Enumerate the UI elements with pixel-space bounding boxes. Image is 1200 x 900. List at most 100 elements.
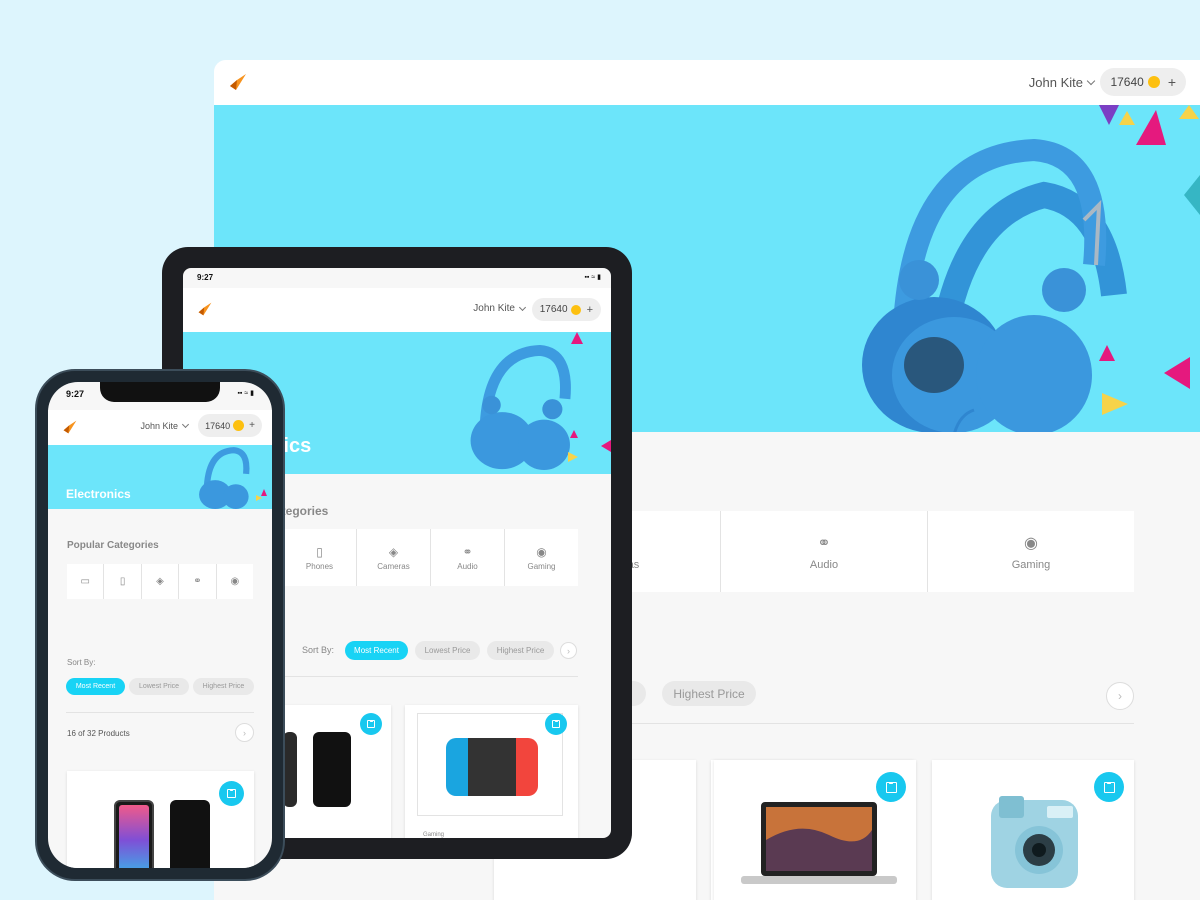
phone-icon: ▯: [119, 576, 126, 587]
brand-logo-icon[interactable]: [197, 301, 213, 317]
product-card-phone[interactable]: [283, 705, 391, 838]
coin-balance[interactable]: 17640 +: [531, 298, 601, 321]
product-card-switch[interactable]: Gaming: [405, 705, 578, 838]
divider: [66, 712, 254, 713]
sort-lowest-price-button[interactable]: Lowest Price: [129, 678, 189, 695]
brand-logo-icon[interactable]: [62, 419, 78, 435]
sort-option-label: Highest Price: [496, 646, 545, 655]
user-menu[interactable]: John Kite: [1028, 75, 1096, 90]
category-audio[interactable]: ⚭: [179, 564, 217, 599]
add-to-cart-button[interactable]: [360, 713, 382, 735]
divider: [283, 676, 578, 677]
status-time: 9:27: [197, 273, 214, 282]
next-page-button[interactable]: ›: [1106, 682, 1134, 710]
sort-option-label: Lowest Price: [424, 646, 471, 655]
user-name: John Kite: [473, 303, 515, 314]
sort-label: Sort By:: [302, 645, 335, 655]
sort-option-label: Most Recent: [354, 646, 399, 655]
brand-logo-icon[interactable]: [228, 72, 248, 92]
sort-option-label: Lowest Price: [138, 683, 180, 690]
top-bar: John Kite 17640 +: [48, 410, 272, 445]
add-coins-icon[interactable]: +: [1168, 74, 1176, 90]
user-name: John Kite: [1028, 75, 1083, 90]
product-image-frame: [417, 713, 563, 816]
headphones-icon: ⚭: [462, 544, 473, 559]
category-gaming[interactable]: ◉: [217, 564, 253, 599]
headphones-image: [470, 345, 571, 470]
chevron-down-icon: [181, 420, 190, 429]
product-card-camera[interactable]: [932, 760, 1134, 900]
products-count: 16 of 32 Products: [67, 729, 130, 738]
user-name: John Kite: [140, 421, 178, 431]
instant-camera-image: [991, 796, 1078, 888]
user-menu[interactable]: John Kite: [140, 420, 190, 431]
balance-value: 17640: [539, 304, 568, 315]
laptop-image: [741, 802, 897, 884]
category-phones[interactable]: ▯: [104, 564, 142, 599]
category-phones[interactable]: ▯ Phones: [283, 529, 357, 586]
category-label: Audio: [809, 558, 839, 571]
headphones-image: [199, 447, 250, 509]
bag-icon: [227, 789, 236, 798]
category-label: Phones: [305, 561, 334, 571]
category-cameras[interactable]: ◈: [142, 564, 180, 599]
bag-icon: [367, 720, 375, 728]
category-label: Gaming: [1011, 558, 1051, 571]
category-audio[interactable]: ⚭ Audio: [431, 529, 505, 586]
coin-icon: [1147, 76, 1160, 88]
add-to-cart-button[interactable]: [219, 781, 244, 806]
coin-icon: [233, 420, 245, 431]
add-coins-icon[interactable]: +: [249, 420, 255, 431]
product-card-phone[interactable]: [67, 771, 254, 868]
camera-icon: ◈: [156, 576, 164, 587]
add-to-cart-button[interactable]: [545, 713, 567, 735]
sort-highest-price-button[interactable]: Highest Price: [662, 681, 756, 706]
headphones-icon: ⚭: [193, 576, 202, 587]
bag-icon: [885, 781, 897, 793]
phone-notch: [100, 382, 220, 402]
gamepad-icon: ◉: [1024, 534, 1038, 552]
sort-label: Sort By:: [67, 658, 96, 667]
category-gaming[interactable]: ◉ Gaming: [505, 529, 578, 586]
chevron-down-icon: [1086, 76, 1096, 86]
product-card-laptop[interactable]: [714, 760, 916, 900]
gamepad-icon: ◉: [536, 544, 547, 559]
chevron-down-icon: [518, 303, 527, 311]
next-page-button[interactable]: ›: [235, 723, 254, 742]
category-laptops[interactable]: ▭: [67, 564, 105, 599]
phone-device: 9:27 ▪▪ ≈ ▮ John Kite 17640 + Electronic…: [35, 369, 285, 881]
product-category: Gaming: [423, 832, 445, 838]
phone-screen: 9:27 ▪▪ ≈ ▮ John Kite 17640 + Electronic…: [48, 382, 272, 868]
add-to-cart-button[interactable]: [876, 772, 906, 802]
sort-most-recent-button[interactable]: Most Recent: [345, 641, 408, 660]
sort-option-label: Highest Price: [202, 683, 245, 690]
bag-icon: [1103, 781, 1115, 793]
headphones-icon: ⚭: [817, 534, 831, 552]
coin-balance[interactable]: 17640 +: [1100, 68, 1186, 96]
category-gaming[interactable]: ◉ Gaming: [928, 511, 1134, 592]
add-coins-icon[interactable]: +: [587, 304, 593, 316]
balance-value: 17640: [205, 420, 231, 431]
categories-panel: ▭ ▯ ◈ ⚭ ◉: [67, 564, 253, 599]
add-to-cart-button[interactable]: [1094, 772, 1124, 802]
sort-most-recent-button[interactable]: Most Recent: [66, 678, 125, 695]
sort-highest-price-button[interactable]: Highest Price: [487, 641, 554, 660]
category-audio[interactable]: ⚭ Audio: [721, 511, 928, 592]
camera-icon: ◈: [388, 544, 399, 559]
sort-highest-price-button[interactable]: Highest Price: [193, 678, 254, 695]
category-label: Audio: [457, 561, 478, 571]
category-label: Cameras: [377, 561, 410, 571]
next-page-button[interactable]: ›: [560, 642, 577, 659]
headphones-image: [862, 138, 1127, 432]
sort-lowest-price-button[interactable]: Lowest Price: [415, 641, 480, 660]
category-label: Gaming: [527, 561, 556, 571]
coin-balance[interactable]: 17640 +: [198, 414, 262, 437]
sort-highest-label: Highest Price: [673, 686, 745, 701]
top-bar: John Kite 17640 +: [183, 288, 611, 332]
sort-option-label: Most Recent: [75, 683, 116, 690]
category-cameras[interactable]: ◈ Cameras: [357, 529, 431, 586]
phone-icon: ▯: [316, 544, 323, 559]
coin-icon: [570, 304, 581, 315]
user-menu[interactable]: John Kite: [473, 303, 527, 314]
gamepad-icon: ◉: [230, 576, 240, 587]
